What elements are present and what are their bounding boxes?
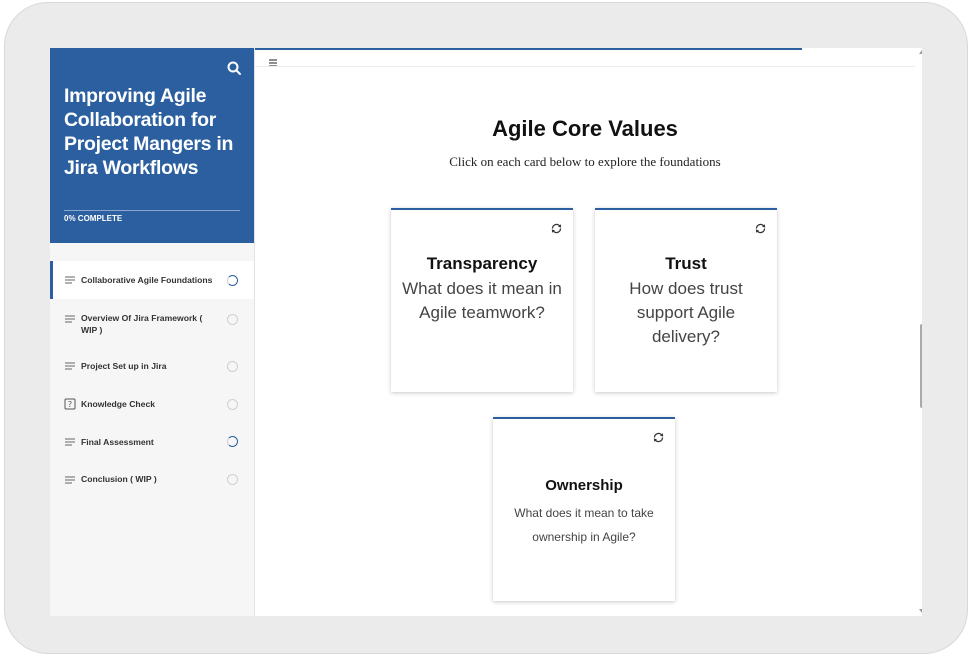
search-icon[interactable] [226, 60, 242, 76]
card-title: Transparency [426, 254, 538, 273]
nav-item-label: Overview Of Jira Framework ( WIP ) [81, 313, 203, 335]
lesson-nav: Collaborative Agile Foundations Overview… [50, 261, 254, 501]
sidebar: Improving Agile Collaboration for Projec… [50, 48, 255, 616]
nav-item-knowledge-check[interactable]: ? Knowledge Check [50, 387, 254, 425]
card-title: Trust [665, 254, 707, 273]
scroll-thumb[interactable] [920, 324, 922, 408]
screen: Improving Agile Collaboration for Projec… [50, 48, 922, 616]
nav-item-label: Conclusion ( WIP ) [81, 474, 157, 484]
flip-icon[interactable] [550, 222, 563, 235]
lines-icon [65, 362, 75, 370]
scroll-down-arrow-icon[interactable] [919, 609, 922, 613]
nav-item-label: Collaborative Agile Foundations [81, 275, 213, 285]
nav-item-label: Final Assessment [81, 437, 154, 447]
card-text: How does trust support Agile delivery? [629, 279, 743, 346]
nav-item-project-set-up-in-jira[interactable]: Project Set up in Jira [50, 349, 254, 387]
status-circle-icon [227, 361, 238, 372]
nav-item-label: Project Set up in Jira [81, 361, 167, 371]
nav-item-label: Knowledge Check [81, 399, 156, 409]
card-title: Ownership [545, 477, 623, 494]
lines-icon [65, 315, 75, 323]
scrollbar[interactable] [917, 48, 922, 616]
card-text: What does it mean to take ownership in A… [514, 506, 654, 544]
nav-item-final-assessment[interactable]: Final Assessment [50, 425, 254, 463]
card-text: What does it mean in Agile teamwork? [402, 279, 562, 322]
status-circle-icon [227, 314, 238, 325]
lesson-progress-bar [255, 48, 802, 50]
flip-icon[interactable] [754, 222, 767, 235]
progress-bar [64, 210, 240, 211]
lesson-content: Agile Core Values Click on each card bel… [255, 48, 922, 616]
nav-item-collaborative-agile-foundations[interactable]: Collaborative Agile Foundations [50, 261, 254, 299]
nav-item-overview-of-jira-framework[interactable]: Overview Of Jira Framework ( WIP ) [50, 299, 254, 349]
flip-card-trust[interactable]: Trust How does trust support Agile deliv… [595, 208, 777, 392]
lines-icon [65, 438, 75, 446]
question-icon: ? [64, 398, 76, 410]
course-header: Improving Agile Collaboration for Projec… [50, 48, 254, 243]
lesson-title: Agile Core Values [492, 116, 678, 141]
flip-icon[interactable] [652, 431, 665, 444]
divider [255, 66, 915, 67]
svg-text:?: ? [68, 400, 72, 409]
course-title: Improving Agile Collaboration for Projec… [64, 85, 234, 179]
status-circle-icon [227, 474, 238, 485]
flip-card-transparency[interactable]: Transparency What does it mean in Agile … [391, 208, 573, 392]
nav-item-conclusion[interactable]: Conclusion ( WIP ) [50, 463, 254, 501]
progress-ring-icon [227, 275, 238, 286]
status-circle-icon [227, 399, 238, 410]
scroll-up-arrow-icon[interactable] [919, 50, 922, 54]
progress-ring-icon [227, 436, 238, 447]
lines-icon [65, 476, 75, 484]
progress-label: 0% COMPLETE [64, 214, 123, 223]
flip-card-ownership[interactable]: Ownership What does it mean to take owne… [493, 417, 675, 601]
lines-icon [65, 276, 75, 284]
lesson-subtitle: Click on each card below to explore the … [449, 154, 721, 169]
